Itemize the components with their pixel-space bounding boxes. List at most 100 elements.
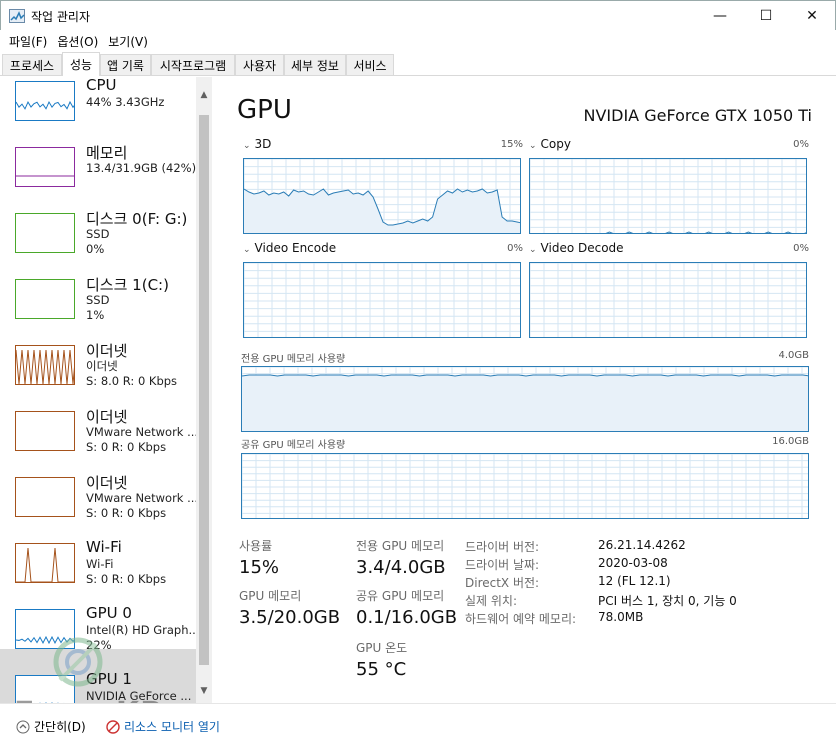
- resource-sidebar: CPU 44% 3.43GHz 메모리 13.4/31.9GB (42%) 디스크 0(…: [0, 77, 212, 703]
- sidebar-item-detail: SSD: [86, 227, 110, 241]
- tab-users[interactable]: 사용자: [235, 54, 284, 75]
- graph-dedicated-memory: [241, 366, 809, 432]
- info-value: 78.0MB: [598, 610, 644, 624]
- shared-mem-label: 공유 GPU 메모리 사용량: [241, 440, 346, 451]
- sidebar-item-detail: VMware Network ...: [86, 425, 199, 439]
- sidebar-item-5[interactable]: 이더넷 VMware Network ... S: 0 R: 0 Kbps: [0, 385, 199, 454]
- graph-video-encode: [243, 262, 521, 338]
- sidebar-item-detail: 13.4/31.9GB (42%): [86, 161, 197, 175]
- chevron-down-icon: ⌄: [243, 245, 251, 255]
- sidebar-item-1[interactable]: 메모리 13.4/31.9GB (42%): [0, 121, 196, 187]
- graph-area: [242, 375, 808, 431]
- info-value: 2020-03-08: [598, 556, 668, 570]
- less-details-button[interactable]: 간단히(D): [16, 718, 86, 735]
- sidebar-item-7[interactable]: Wi-Fi Wi-Fi S: 0 R: 0 Kbps: [0, 517, 196, 586]
- chevron-down-icon: ⌄: [529, 141, 537, 151]
- sidebar-item-2[interactable]: 디스크 0(F: G:) SSD 0%: [0, 187, 196, 256]
- sidebar-item-detail: Wi-Fi: [86, 557, 114, 571]
- dedicated-mem-max: 4.0GB: [778, 350, 809, 361]
- task-manager-icon: [9, 9, 25, 23]
- gpu-mem-label: GPU 메모리: [239, 589, 302, 603]
- sidebar-scrollbar[interactable]: ▲ ▼: [196, 77, 212, 703]
- sidebar-item-thumbnail: [15, 411, 75, 451]
- sidebar-item-6[interactable]: 이더넷 VMware Network ... S: 0 R: 0 Kbps: [0, 451, 199, 520]
- resource-monitor-icon: [106, 719, 120, 734]
- info-key: 실제 위치:: [465, 594, 518, 608]
- chevron-down-icon: ⌄: [529, 245, 537, 255]
- menu-bar: 파일(F) 옵션(O) 보기(V): [0, 30, 836, 52]
- sidebar-item-title: CPU: [86, 77, 117, 94]
- utilization-value: 15%: [239, 557, 280, 578]
- shared-gpu-mem-label: 공유 GPU 메모리: [356, 589, 445, 603]
- info-value: 12 (FL 12.1): [598, 574, 671, 588]
- graph-copy-percent: 0%: [793, 139, 809, 150]
- menu-options[interactable]: 옵션(O): [52, 33, 103, 50]
- sidebar-item-thumbnail: [15, 279, 75, 319]
- sidebar-item-title: 이더넷: [86, 408, 128, 426]
- dedicated-gpu-mem-label: 전용 GPU 메모리: [356, 539, 445, 553]
- title-bar: 작업 관리자 — ☐ ✕: [0, 0, 836, 30]
- tab-services[interactable]: 서비스: [346, 54, 394, 75]
- tab-app-history[interactable]: 앱 기록: [100, 54, 151, 75]
- tab-processes[interactable]: 프로세스: [2, 54, 62, 75]
- info-key: 하드웨어 예약 메모리:: [465, 612, 577, 626]
- scroll-thumb[interactable]: [199, 115, 209, 665]
- shared-mem-max: 16.0GB: [772, 436, 809, 447]
- gpu-mem-value: 3.5/20.0GB: [239, 607, 341, 628]
- tab-performance[interactable]: 성능: [62, 52, 100, 76]
- sidebar-item-detail: 이더넷: [86, 359, 118, 373]
- scroll-up-icon[interactable]: ▲: [196, 87, 212, 103]
- dedicated-mem-label: 전용 GPU 메모리 사용량: [241, 354, 346, 365]
- sidebar-item-detail: VMware Network ...: [86, 491, 199, 505]
- graph-3d-label: 3D: [254, 137, 272, 151]
- maximize-button[interactable]: ☐: [743, 1, 789, 31]
- dedicated-gpu-mem-value: 3.4/4.0GB: [356, 557, 446, 578]
- info-key: 드라이버 날짜:: [465, 558, 540, 572]
- info-key: DirectX 버전:: [465, 576, 540, 590]
- tab-details[interactable]: 세부 정보: [284, 54, 346, 75]
- sidebar-item-thumbnail: [15, 213, 75, 253]
- page-title: GPU: [237, 95, 292, 125]
- sidebar-item-0[interactable]: CPU 44% 3.43GHz: [0, 77, 196, 121]
- sidebar-item-title: 디스크 0(F: G:): [86, 210, 188, 228]
- resource-monitor-link[interactable]: 리소스 모니터 열기: [106, 718, 220, 735]
- utilization-label: 사용률: [239, 539, 273, 553]
- sidebar-item-3[interactable]: 디스크 1(C:) SSD 1%: [0, 253, 196, 322]
- graph-encode-label: Video Encode: [254, 241, 337, 255]
- scroll-down-icon[interactable]: ▼: [196, 683, 212, 699]
- info-value: 26.21.14.4262: [598, 538, 686, 552]
- gpu-model-name: NVIDIA GeForce GTX 1050 Ti: [583, 106, 813, 125]
- window-title: 작업 관리자: [31, 10, 91, 24]
- sidebar-item-thumbnail: [15, 81, 75, 121]
- footer: 간단히(D) 리소스 모니터 열기: [0, 703, 836, 751]
- sidebar-item-title: 이더넷: [86, 342, 128, 360]
- sidebar-item-title: 메모리: [86, 144, 128, 162]
- tab-startup[interactable]: 시작프로그램: [151, 54, 235, 75]
- graph-decode-percent: 0%: [793, 243, 809, 254]
- sidebar-item-detail: 44% 3.43GHz: [86, 95, 165, 109]
- sidebar-item-title: 디스크 1(C:): [86, 276, 169, 294]
- minimize-button[interactable]: —: [697, 1, 743, 31]
- graph-encode-selector[interactable]: ⌄ Video Encode: [243, 241, 336, 255]
- chevron-down-icon: ⌄: [243, 141, 251, 151]
- close-button[interactable]: ✕: [789, 1, 835, 31]
- graph-decode-label: Video Decode: [540, 241, 624, 255]
- graph-3d: [243, 158, 521, 234]
- info-key: 드라이버 버전:: [465, 540, 540, 554]
- graph-copy-label: Copy: [540, 137, 571, 151]
- gpu-temp-value: 55 °C: [356, 659, 407, 680]
- sidebar-item-thumbnail: [15, 543, 75, 583]
- gpu-detail-panel: GPU NVIDIA GeForce GTX 1050 Ti ⌄ 3D 15% ⌄…: [213, 77, 836, 703]
- graph-copy-selector[interactable]: ⌄ Copy: [529, 137, 571, 151]
- menu-view[interactable]: 보기(V): [103, 33, 153, 50]
- graph-area: [244, 189, 520, 233]
- graph-decode-selector[interactable]: ⌄ Video Decode: [529, 241, 624, 255]
- chevron-up-icon: [16, 720, 30, 733]
- graph-3d-selector[interactable]: ⌄ 3D: [243, 137, 271, 151]
- graph-3d-percent: 15%: [500, 139, 523, 150]
- resource-monitor-label: 리소스 모니터 열기: [124, 720, 220, 734]
- shared-gpu-mem-value: 0.1/16.0GB: [356, 607, 458, 628]
- less-details-label: 간단히(D): [34, 720, 86, 734]
- sidebar-item-4[interactable]: 이더넷 이더넷 S: 8.0 R: 0 Kbps: [0, 319, 196, 388]
- menu-file[interactable]: 파일(F): [4, 33, 52, 50]
